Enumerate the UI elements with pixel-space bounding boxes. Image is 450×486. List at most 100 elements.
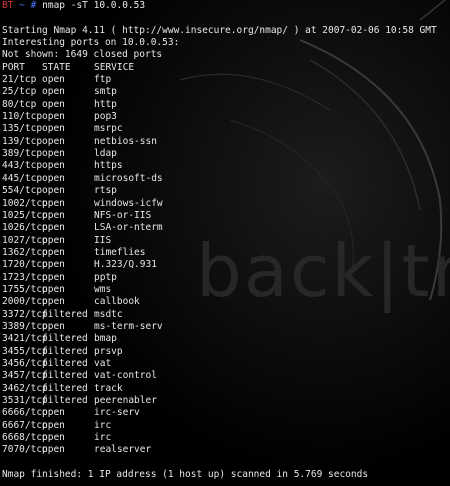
- port-cell: 7070/tcp: [2, 444, 48, 456]
- service-cell: H.323/Q.931: [94, 259, 157, 271]
- port-row: 6666/tcpopen irc-serv: [2, 407, 450, 419]
- port-row: 3372/tcpfiltered msdtc: [2, 309, 450, 321]
- state-cell: open: [42, 209, 65, 221]
- service-cell: track: [94, 382, 123, 394]
- service-cell: pop3: [94, 111, 117, 123]
- service-cell: msdtc: [94, 308, 123, 320]
- service-cell: irc: [94, 419, 112, 431]
- service-cell: LSA-or-nterm: [94, 222, 163, 234]
- service-cell: rtsp: [94, 185, 117, 197]
- port-row: 110/tcpopen pop3: [2, 111, 450, 123]
- service-cell: https: [94, 160, 123, 172]
- service-cell: timeflies: [94, 246, 146, 258]
- terminal-window[interactable]: back|track BT ~ # nmap -sT 10.0.0.53 Sta…: [0, 0, 450, 486]
- port-row: 1723/tcpopen pptp: [2, 272, 450, 284]
- port-cell: 3372/tcp: [2, 308, 48, 320]
- state-cell: open: [42, 419, 65, 431]
- port-table: 21/tcp open ftp 25/tcp open smtp 80/tcp open htt…: [2, 74, 450, 457]
- ports-header-row: PORT STATE SERVICE: [2, 62, 450, 74]
- not-shown-line: Not shown: 1649 closed ports: [2, 49, 163, 61]
- state-cell: filtered: [42, 333, 88, 345]
- service-cell: prsvp: [94, 345, 123, 357]
- port-row: 3389/tcpopen ms-term-serv: [2, 321, 450, 333]
- port-cell: 3456/tcp: [2, 357, 48, 369]
- interesting-ports-line: Interesting ports on 10.0.0.53:: [2, 37, 180, 49]
- state-cell: open: [42, 432, 65, 444]
- state-cell: open: [42, 98, 65, 110]
- header-state: STATE: [42, 61, 71, 73]
- service-cell: callbook: [94, 296, 140, 308]
- service-cell: wms: [94, 283, 112, 295]
- service-cell: ldap: [94, 148, 117, 160]
- port-cell: 25/tcp: [2, 86, 37, 98]
- port-cell: 135/tcp: [2, 123, 43, 135]
- port-cell: 1362/tcp: [2, 246, 48, 258]
- state-cell: open: [42, 246, 65, 258]
- service-cell: irc-serv: [94, 407, 140, 419]
- port-row: 80/tcp open http: [2, 99, 450, 111]
- port-cell: 6666/tcp: [2, 407, 48, 419]
- service-cell: msrpc: [94, 123, 123, 135]
- prompt-command: nmap -sT 10.0.0.53: [42, 0, 146, 11]
- port-cell: 110/tcp: [2, 111, 43, 123]
- state-cell: filtered: [42, 357, 88, 369]
- finished-line: Nmap finished: 1 IP address (1 host up) …: [2, 469, 369, 481]
- port-cell: 6667/tcp: [2, 419, 48, 431]
- service-cell: windows-icfw: [94, 197, 163, 209]
- port-cell: 21/tcp: [2, 74, 37, 86]
- state-cell: filtered: [42, 308, 88, 320]
- port-cell: 3457/tcp: [2, 370, 48, 382]
- service-cell: http: [94, 98, 117, 110]
- port-row: 139/tcpopen netbios-ssn: [2, 136, 450, 148]
- service-cell: ms-term-serv: [94, 320, 163, 332]
- port-row: 1027/tcpopen IIS: [2, 235, 450, 247]
- port-row: 1362/tcpopen timeflies: [2, 247, 450, 259]
- port-row: 25/tcp open smtp: [2, 86, 450, 98]
- port-cell: 6668/tcp: [2, 432, 48, 444]
- state-cell: open: [42, 283, 65, 295]
- state-cell: open: [42, 74, 65, 86]
- terminal-output: BT ~ # nmap -sT 10.0.0.53 Starting Nmap …: [0, 0, 450, 481]
- port-row: 3456/tcpfiltered vat: [2, 358, 450, 370]
- port-row: 389/tcpopen ldap: [2, 148, 450, 160]
- state-cell: open: [42, 197, 65, 209]
- port-row: 1720/tcpopen H.323/Q.931: [2, 259, 450, 271]
- port-cell: 3421/tcp: [2, 333, 48, 345]
- port-cell: 1755/tcp: [2, 283, 48, 295]
- state-cell: open: [42, 111, 65, 123]
- service-cell: realserver: [94, 444, 152, 456]
- state-cell: open: [42, 160, 65, 172]
- state-cell: open: [42, 407, 65, 419]
- port-row: 7070/tcpopen realserver: [2, 444, 450, 456]
- port-row: 554/tcpopen rtsp: [2, 185, 450, 197]
- port-row: 6667/tcpopen irc: [2, 420, 450, 432]
- port-row: 1026/tcpopen LSA-or-nterm: [2, 222, 450, 234]
- port-cell: 80/tcp: [2, 98, 37, 110]
- state-cell: open: [42, 86, 65, 98]
- state-cell: open: [42, 259, 65, 271]
- port-row: 3457/tcpfiltered vat-control: [2, 370, 450, 382]
- state-cell: open: [42, 444, 65, 456]
- port-cell: 3389/tcp: [2, 320, 48, 332]
- service-cell: vat-control: [94, 370, 157, 382]
- port-row: 445/tcpopen microsoft-ds: [2, 173, 450, 185]
- port-row: 21/tcp open ftp: [2, 74, 450, 86]
- header-service: SERVICE: [94, 61, 135, 73]
- state-cell: filtered: [42, 345, 88, 357]
- service-cell: netbios-ssn: [94, 135, 157, 147]
- port-row: 1755/tcpopen wms: [2, 284, 450, 296]
- state-cell: open: [42, 296, 65, 308]
- port-cell: 443/tcp: [2, 160, 43, 172]
- port-cell: 3531/tcp: [2, 395, 48, 406]
- port-cell: 445/tcp: [2, 172, 43, 184]
- prompt-symbol: #: [30, 0, 37, 11]
- port-row: 3421/tcpfiltered bmap: [2, 333, 450, 345]
- state-cell: open: [42, 123, 65, 135]
- service-cell: irc: [94, 432, 112, 444]
- port-cell: 1025/tcp: [2, 209, 48, 221]
- prompt-host: BT: [2, 0, 14, 11]
- port-cell: 1002/tcp: [2, 197, 48, 209]
- state-cell: open: [42, 148, 65, 160]
- port-row: 2000/tcpopen callbook: [2, 296, 450, 308]
